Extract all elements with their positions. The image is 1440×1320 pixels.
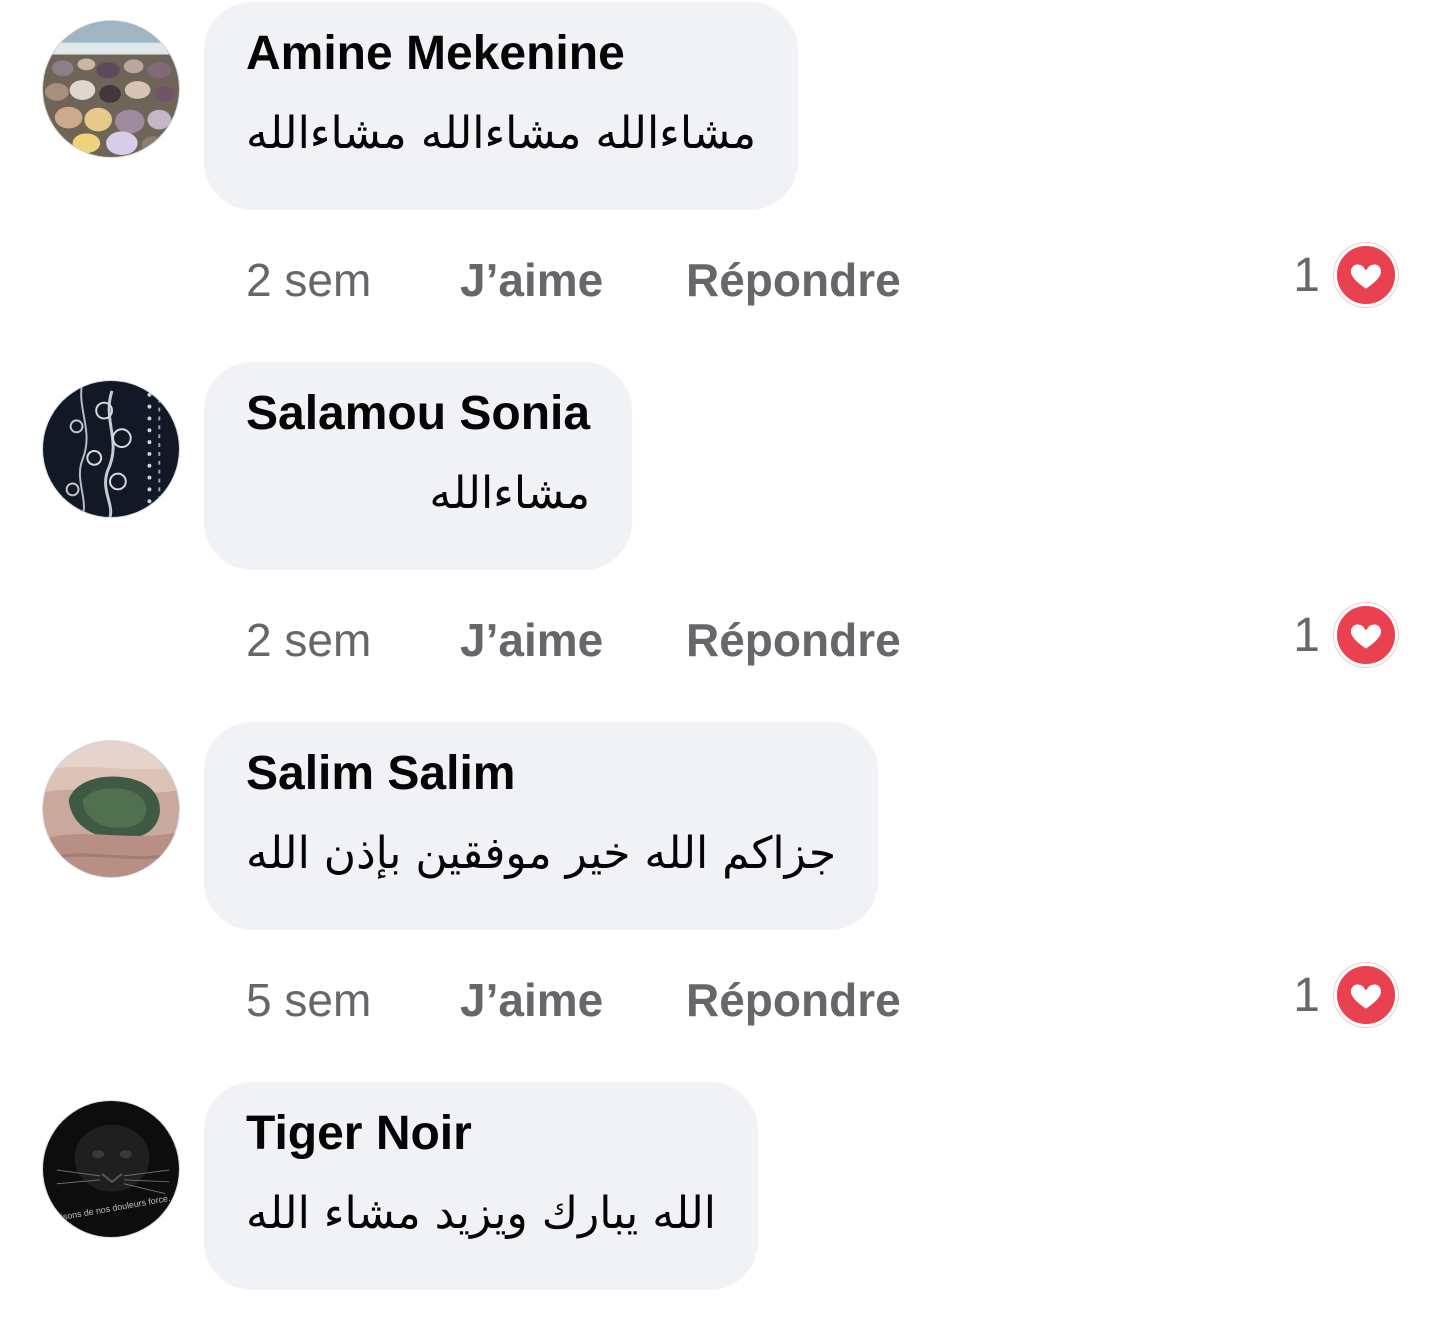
like-button[interactable]: J’aime — [460, 973, 686, 1027]
comment-item: Salamou Sonia مشاءالله 2 sem J’aime Répo… — [0, 362, 1440, 700]
comment-text: مشاءالله — [429, 468, 591, 519]
avatar[interactable]: Faisons de nos douleurs force. — [42, 1100, 180, 1238]
comments-thread: Amine Mekenine مشاءالله مشاءالله مشاءالل… — [0, 0, 1440, 1320]
comment-actions: 2 sem J’aime Répondre — [246, 610, 901, 670]
avatar[interactable] — [42, 380, 180, 518]
reaction-count: 1 — [1293, 608, 1320, 662]
floral-pattern-avatar — [43, 381, 179, 517]
reaction-summary[interactable]: 1 — [1293, 240, 1398, 310]
comment-actions: 2 sem J’aime Répondre — [246, 250, 901, 310]
comment-item: Faisons de nos douleurs force. Tiger Noi… — [0, 1082, 1440, 1320]
reply-button[interactable]: Répondre — [686, 973, 901, 1027]
comment-item: Salim Salim جزاكم الله خير موفقين بإذن ا… — [0, 722, 1440, 1060]
comment-bubble[interactable]: Tiger Noir الله يبارك ويزيد مشاء الله — [204, 1082, 758, 1290]
love-icon — [1334, 603, 1398, 667]
desert-oasis-avatar — [43, 741, 179, 877]
comment-bubble[interactable]: Salamou Sonia مشاءالله — [204, 362, 633, 570]
avatar[interactable] — [42, 20, 180, 158]
comment-text: مشاءالله مشاءالله مشاءالله — [246, 108, 757, 159]
comment-timestamp[interactable]: 5 sem — [246, 973, 460, 1027]
comment-bubble[interactable]: Amine Mekenine مشاءالله مشاءالله مشاءالل… — [204, 2, 799, 210]
like-button[interactable]: J’aime — [460, 613, 686, 667]
love-icon — [1334, 963, 1398, 1027]
love-icon — [1334, 243, 1398, 307]
reaction-summary[interactable]: 1 — [1293, 600, 1398, 670]
comment-author[interactable]: Salim Salim — [246, 744, 836, 804]
reaction-count: 1 — [1293, 248, 1320, 302]
comment-bubble[interactable]: Salim Salim جزاكم الله خير موفقين بإذن ا… — [204, 722, 879, 930]
avatar[interactable] — [42, 740, 180, 878]
black-panther-avatar: Faisons de nos douleurs force. — [43, 1101, 179, 1237]
comment-text: جزاكم الله خير موفقين بإذن الله — [246, 828, 837, 879]
reaction-summary[interactable]: 1 — [1293, 960, 1398, 1030]
comment-author[interactable]: Salamou Sonia — [246, 384, 590, 444]
comment-timestamp[interactable]: 2 sem — [246, 613, 460, 667]
comment-author[interactable]: Amine Mekenine — [246, 24, 756, 84]
pebbles-avatar — [43, 21, 179, 157]
comment-author[interactable]: Tiger Noir — [246, 1104, 716, 1164]
comment-timestamp[interactable]: 2 sem — [246, 253, 460, 307]
comment-actions: 5 sem J’aime Répondre — [246, 970, 901, 1030]
reaction-count: 1 — [1293, 968, 1320, 1022]
comment-text: الله يبارك ويزيد مشاء الله — [246, 1188, 716, 1239]
reply-button[interactable]: Répondre — [686, 253, 901, 307]
reply-button[interactable]: Répondre — [686, 613, 901, 667]
comment-item: Amine Mekenine مشاءالله مشاءالله مشاءالل… — [0, 2, 1440, 340]
like-button[interactable]: J’aime — [460, 253, 686, 307]
